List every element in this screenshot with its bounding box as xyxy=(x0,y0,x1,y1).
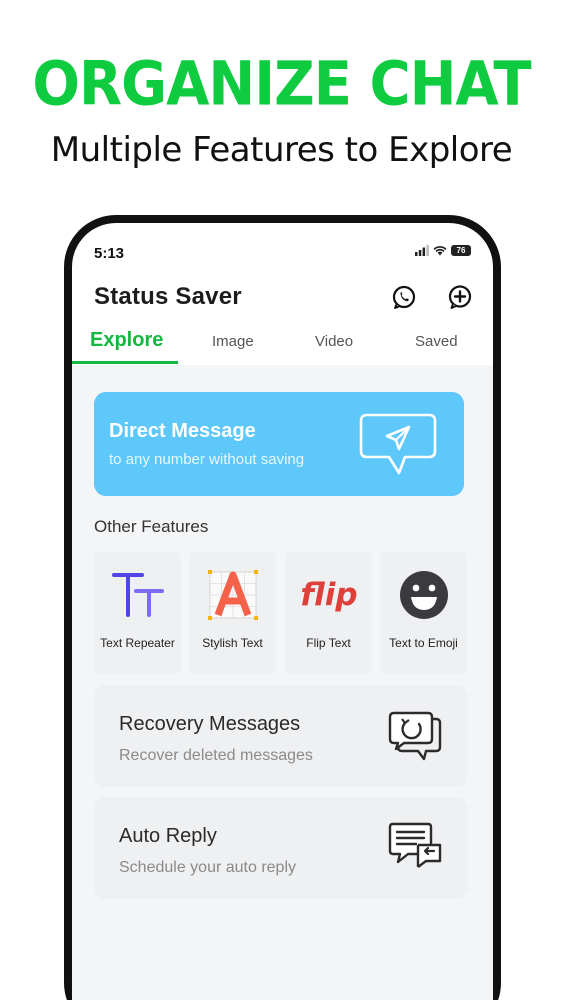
direct-message-subtitle: to any number without saving xyxy=(109,451,305,468)
direct-message-card[interactable]: Direct Message to any number without sav… xyxy=(94,392,464,496)
tab-image[interactable]: Image xyxy=(212,333,254,350)
feature-text-to-emoji[interactable]: Text to Emoji xyxy=(380,552,467,674)
send-message-icon xyxy=(359,413,437,475)
wifi-icon xyxy=(433,246,447,256)
feature-label: Stylish Text xyxy=(202,636,263,650)
phone-frame: 5:13 76 Status Saver Explore Image Video… xyxy=(64,215,501,1000)
battery-indicator: 76 xyxy=(451,245,471,256)
auto-reply-subtitle: Schedule your auto reply xyxy=(119,859,296,876)
app-title: Status Saver xyxy=(94,283,242,310)
tab-saved[interactable]: Saved xyxy=(415,333,458,350)
tab-video[interactable]: Video xyxy=(315,333,353,350)
auto-reply-card[interactable]: Auto Reply Schedule your auto reply xyxy=(94,797,468,899)
other-features-label: Other Features xyxy=(94,517,209,536)
explore-content: Direct Message to any number without sav… xyxy=(72,365,493,1000)
stylish-text-icon xyxy=(207,570,258,620)
recovery-subtitle: Recover deleted messages xyxy=(119,747,313,764)
recovery-chat-icon xyxy=(388,711,442,761)
auto-reply-icon xyxy=(388,822,442,868)
recovery-messages-card[interactable]: Recovery Messages Recover deleted messag… xyxy=(94,685,468,787)
svg-text:flip: flip xyxy=(300,577,357,613)
signal-icon xyxy=(415,245,429,256)
promo-headline: ORGANIZE CHAT xyxy=(32,49,531,120)
add-circle-icon[interactable] xyxy=(446,283,474,311)
direct-message-title: Direct Message xyxy=(109,420,256,442)
feature-label: Text Repeater xyxy=(100,636,175,650)
auto-reply-title: Auto Reply xyxy=(119,825,217,847)
phone-screen: 5:13 76 Status Saver Explore Image Video… xyxy=(72,223,493,1000)
flip-text-icon: flip xyxy=(300,577,357,613)
tab-explore[interactable]: Explore xyxy=(90,329,163,352)
status-bar: 5:13 76 xyxy=(72,223,493,273)
feature-label: Text to Emoji xyxy=(389,636,458,650)
whatsapp-icon[interactable] xyxy=(390,283,418,311)
tab-bar: Explore Image Video Saved xyxy=(72,323,493,365)
active-tab-indicator xyxy=(72,361,178,364)
status-icons: 76 xyxy=(415,245,471,256)
promo-subheadline: Multiple Features to Explore xyxy=(50,130,513,170)
feature-label: Flip Text xyxy=(306,636,351,650)
recovery-title: Recovery Messages xyxy=(119,713,301,735)
status-time: 5:13 xyxy=(94,245,125,262)
feature-flip-text[interactable]: flip Flip Text xyxy=(285,552,372,674)
feature-text-repeater[interactable]: Text Repeater xyxy=(94,552,181,674)
emoji-icon xyxy=(399,571,448,619)
text-repeater-icon xyxy=(111,573,164,617)
feature-stylish-text[interactable]: Stylish Text xyxy=(189,552,276,674)
